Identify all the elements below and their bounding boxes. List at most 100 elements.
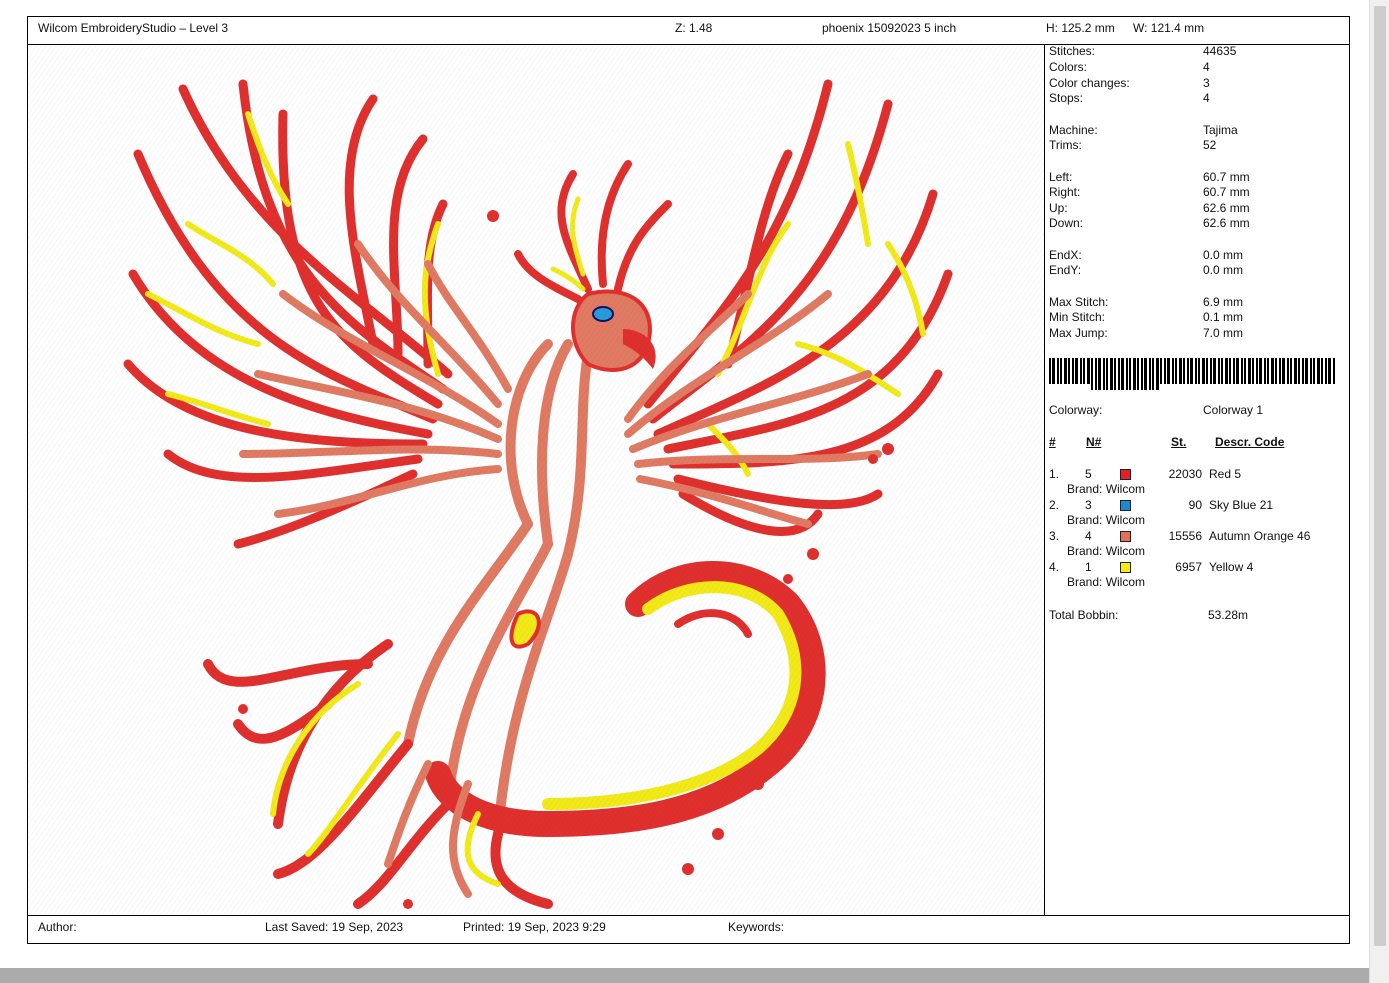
color-row-brand: Brand: Wilcom: [1067, 544, 1146, 558]
barcode-bar: [1229, 358, 1231, 384]
barcode-bar: [1325, 358, 1327, 384]
stat-label: Color changes:: [1049, 76, 1130, 90]
barcode-bar: [1298, 358, 1300, 384]
barcode-bar: [1241, 358, 1243, 384]
barcode-bar: [1156, 358, 1159, 390]
col-header-descr: Descr. Code: [1215, 435, 1285, 449]
barcode-bar: [1264, 358, 1266, 384]
barcode-bar: [1313, 358, 1315, 384]
color-row-description: Sky Blue 21: [1209, 498, 1274, 512]
barcode-bar: [1106, 358, 1108, 390]
colorway-label: Colorway:: [1049, 403, 1103, 417]
stat-value: 0.0 mm: [1203, 248, 1244, 262]
barcode-bar: [1317, 358, 1320, 384]
stat-value: 3: [1203, 76, 1210, 90]
design-width: W: 121.4 mm: [1133, 21, 1205, 35]
stat-value: 44635: [1203, 44, 1237, 58]
stat-label: Stops:: [1049, 91, 1084, 105]
design-name: phoenix 15092023 5 inch: [822, 21, 957, 35]
color-row-needle: 3: [1085, 498, 1092, 512]
stat-value: 6.9 mm: [1203, 295, 1244, 309]
keywords-label: Keywords:: [728, 920, 785, 934]
total-bobbin-value: 53.28m: [1208, 608, 1249, 622]
barcode-bar: [1321, 358, 1323, 384]
stat-label: Min Stitch:: [1049, 310, 1106, 324]
barcode-bar: [1206, 358, 1208, 384]
barcode-bar: [1275, 358, 1277, 384]
color-row-index: 4.: [1049, 560, 1060, 574]
barcode-bar: [1144, 358, 1147, 390]
barcode-bar: [1179, 358, 1182, 384]
stat-label: Colors:: [1049, 60, 1088, 74]
barcode-bar: [1121, 358, 1124, 390]
barcode-bar: [1187, 358, 1189, 384]
barcode-bar: [1282, 358, 1285, 384]
stat-value: 4: [1203, 60, 1210, 74]
col-header-stitches: St.: [1171, 435, 1187, 449]
color-row-needle: 5: [1085, 467, 1092, 481]
stat-label: Down:: [1049, 216, 1084, 230]
thread-color-swatch: [1120, 469, 1131, 480]
stat-label: EndY:: [1049, 263, 1082, 277]
colorway-value: Colorway 1: [1203, 403, 1264, 417]
barcode-bar: [1164, 358, 1166, 384]
barcode-bar: [1160, 358, 1162, 384]
barcode-bar: [1075, 358, 1078, 384]
color-row-stitches: 22030: [1168, 467, 1202, 481]
barcode-bar: [1259, 358, 1262, 384]
color-row-description: Red 5: [1209, 467, 1242, 481]
stat-value: 0.0 mm: [1203, 263, 1244, 277]
stat-value: 0.1 mm: [1203, 310, 1244, 324]
thread-color-swatch: [1120, 562, 1131, 573]
barcode-bar: [1198, 358, 1200, 384]
barcode-bar: [1118, 358, 1120, 390]
stat-value: 62.6 mm: [1203, 201, 1250, 215]
barcode-bar: [1133, 358, 1136, 390]
barcode-bar: [1064, 358, 1067, 384]
stat-value: 52: [1203, 138, 1217, 152]
color-row-brand: Brand: Wilcom: [1067, 482, 1146, 496]
stat-label: Stitches:: [1049, 44, 1096, 58]
barcode-bar: [1141, 358, 1143, 390]
barcode-bar: [1287, 358, 1289, 384]
color-row-stitches: 15556: [1168, 529, 1202, 543]
barcode-bar: [1202, 358, 1205, 384]
design-preview: [28, 44, 1044, 916]
color-row-index: 3.: [1049, 529, 1060, 543]
color-row-brand: Brand: Wilcom: [1067, 575, 1146, 589]
barcode-bar: [1210, 358, 1212, 384]
stat-label: Machine:: [1049, 123, 1098, 137]
vertical-scrollbar[interactable]: [1369, 0, 1389, 983]
barcode-bar: [1103, 358, 1105, 390]
barcode-bar: [1271, 358, 1274, 384]
stat-label: EndX:: [1049, 248, 1082, 262]
author-label: Author:: [38, 920, 77, 934]
barcode-bar: [1137, 358, 1139, 390]
barcode-bar: [1305, 358, 1308, 384]
barcode-bar: [1267, 358, 1269, 384]
printed-date: Printed: 19 Sep, 2023 9:29: [463, 920, 606, 934]
thread-color-swatch: [1120, 500, 1131, 511]
col-header-index: #: [1049, 435, 1056, 449]
color-row-needle: 1: [1085, 560, 1092, 574]
barcode-bar: [1167, 358, 1170, 384]
barcode-bar: [1279, 358, 1281, 384]
app-title: Wilcom EmbroideryStudio – Level 3: [38, 21, 229, 35]
scrollbar-thumb[interactable]: [1374, 6, 1386, 946]
barcode-bar: [1294, 358, 1297, 384]
barcode-bar: [1098, 358, 1101, 390]
color-row-index: 2.: [1049, 498, 1060, 512]
barcode-bar: [1072, 358, 1074, 384]
barcode-bar: [1060, 358, 1062, 384]
barcode-bar: [1057, 358, 1059, 384]
barcode-bar: [1248, 358, 1251, 384]
barcode-bar: [1290, 358, 1292, 384]
color-row-description: Yellow 4: [1209, 560, 1254, 574]
phoenix-embroidery-image: [28, 44, 1044, 916]
barcode-bar: [1049, 358, 1051, 384]
col-header-needle: N#: [1086, 435, 1102, 449]
window-bottom-edge: [0, 968, 1370, 983]
stat-label: Max Jump:: [1049, 326, 1108, 340]
barcode-bar: [1114, 358, 1116, 390]
stat-label: Right:: [1049, 185, 1081, 199]
